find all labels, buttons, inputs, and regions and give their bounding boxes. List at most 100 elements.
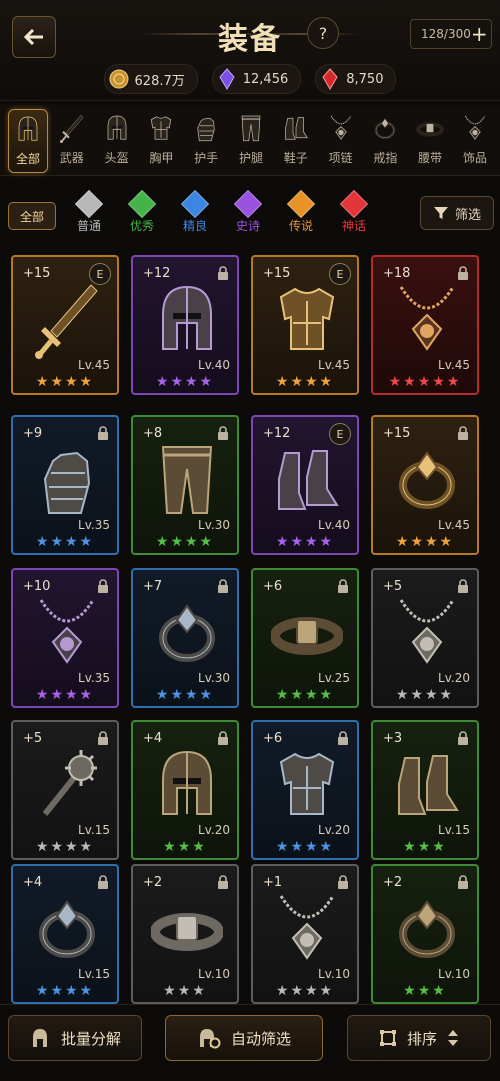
star-rating: ★★★★ [155, 374, 215, 390]
lock-icon[interactable] [217, 426, 229, 440]
item-level: Lv.20 [438, 671, 470, 685]
star-rating: ★★★★ [155, 534, 215, 550]
item-level: Lv.15 [78, 967, 110, 981]
helmet-icon [162, 750, 212, 815]
lock-icon[interactable] [457, 875, 469, 889]
lock-icon[interactable] [337, 579, 349, 593]
equipment-card[interactable]: +4 Lv.20 ★★★ [131, 720, 239, 860]
equipment-card[interactable]: +5 Lv.20 ★★★★ [371, 568, 479, 708]
item-level: Lv.25 [318, 671, 350, 685]
lock-icon[interactable] [457, 579, 469, 593]
lock-icon[interactable] [217, 731, 229, 745]
lock-icon[interactable] [337, 875, 349, 889]
lock-icon[interactable] [217, 875, 229, 889]
necklace-icon [330, 115, 351, 140]
rarity-filter-4[interactable]: 传说 [279, 189, 323, 234]
item-level: Lv.20 [198, 823, 230, 837]
currency-purple: 12,456 [211, 64, 302, 94]
inventory-capacity[interactable]: 128/300 + [410, 19, 492, 49]
item-level: Lv.15 [438, 823, 470, 837]
equipment-card[interactable]: +5 Lv.15 ★★★★ [11, 720, 119, 860]
purple-crystal-icon [219, 68, 235, 90]
equipment-card[interactable]: +2 Lv.10 ★★★ [371, 864, 479, 1004]
equipment-card[interactable]: +1 Lv.10 ★★★★ [251, 864, 359, 1004]
lock-icon[interactable] [457, 426, 469, 440]
equipment-card[interactable]: +10 Lv.35 ★★★★ [11, 568, 119, 708]
ring-icon [399, 451, 455, 509]
item-level: Lv.15 [78, 823, 110, 837]
lock-icon[interactable] [457, 266, 469, 280]
item-level: Lv.45 [438, 518, 470, 532]
lock-icon[interactable] [457, 731, 469, 745]
lock-icon[interactable] [337, 731, 349, 745]
tab-category-9[interactable]: 腰带 [411, 109, 449, 171]
red-crystal-icon [322, 68, 338, 90]
tab-category-label: 项链 [328, 151, 353, 165]
capacity-text: 128/300 [421, 27, 471, 41]
item-level: Lv.40 [198, 358, 230, 372]
equipment-card[interactable]: +15 E Lv.45 ★★★★ [251, 255, 359, 395]
tab-category-8[interactable]: 戒指 [366, 109, 404, 171]
lock-icon[interactable] [97, 731, 109, 745]
currency-gold: 628.7万 [103, 64, 198, 94]
auto-filter-label: 自动筛选 [230, 1029, 291, 1048]
lock-icon[interactable] [97, 426, 109, 440]
equipment-card[interactable]: +15 E Lv.45 ★★★★ [11, 255, 119, 395]
equipment-card[interactable]: +12 E Lv.40 ★★★★ [251, 415, 359, 555]
ring-icon [399, 900, 455, 958]
equipment-card[interactable]: +15 Lv.45 ★★★★ [371, 415, 479, 555]
expand-capacity-icon[interactable]: + [471, 22, 488, 46]
rarity-filter-3[interactable]: 史诗 [226, 189, 270, 234]
help-button[interactable]: ? [307, 17, 339, 49]
tab-category-0[interactable]: 全部 [8, 109, 48, 173]
necklace-icon [399, 599, 455, 664]
ring-icon [159, 604, 215, 662]
sort-frame-icon [379, 1030, 396, 1046]
item-level: Lv.40 [318, 518, 350, 532]
equipment-card[interactable]: +9 Lv.35 ★★★★ [11, 415, 119, 555]
tab-category-4[interactable]: 护手 [187, 109, 225, 171]
necklace-icon [399, 286, 455, 351]
auto-filter-button[interactable]: 自动筛选 [165, 1015, 323, 1061]
batch-decompose-button[interactable]: 批量分解 [8, 1015, 142, 1061]
tab-category-3[interactable]: 胸甲 [142, 109, 180, 171]
tab-category-2[interactable]: 头盔 [98, 109, 136, 171]
tab-category-5[interactable]: 护腿 [232, 109, 270, 171]
rarity-filter-0[interactable]: 普通 [67, 189, 111, 234]
rarity-gem-icon [339, 189, 369, 219]
rarity-filter-2[interactable]: 精良 [173, 189, 217, 234]
lock-icon[interactable] [217, 266, 229, 280]
equipment-card[interactable]: +2 Lv.10 ★★★ [131, 864, 239, 1004]
equipment-card[interactable]: +4 Lv.15 ★★★★ [11, 864, 119, 1004]
currency-red: 8,750 [315, 64, 397, 94]
rarity-all-button[interactable]: 全部 [8, 202, 56, 230]
filter-button[interactable]: 筛选 [420, 196, 494, 230]
lock-icon[interactable] [217, 579, 229, 593]
star-rating: ★★★ [403, 839, 447, 855]
lock-icon[interactable] [97, 875, 109, 889]
sort-button[interactable]: 排序 [347, 1015, 491, 1061]
equipment-card[interactable]: +18 Lv.45 ★★★★★ [371, 255, 479, 395]
tab-category-10[interactable]: 饰品 [456, 109, 494, 171]
tab-category-1[interactable]: 武器 [53, 109, 91, 171]
tab-category-7[interactable]: 项链 [322, 109, 360, 171]
equipment-card[interactable]: +3 Lv.15 ★★★ [371, 720, 479, 860]
rarity-filter-1[interactable]: 优秀 [120, 189, 164, 234]
equipment-card[interactable]: +6 Lv.25 ★★★★ [251, 568, 359, 708]
equipment-card[interactable]: +12 Lv.40 ★★★★ [131, 255, 239, 395]
helmet-gear-icon [199, 1029, 221, 1049]
equipment-card[interactable]: +7 Lv.30 ★★★★ [131, 568, 239, 708]
equipment-card[interactable]: +6 Lv.20 ★★★★ [251, 720, 359, 860]
purple-crystal-amount: 12,456 [242, 71, 289, 87]
currency-bar: 628.7万 12,456 8,750 [0, 64, 500, 94]
boot-icon [284, 117, 308, 140]
lock-icon[interactable] [97, 579, 109, 593]
equipment-card[interactable]: +8 Lv.30 ★★★★ [131, 415, 239, 555]
tab-category-6[interactable]: 鞋子 [277, 109, 315, 171]
tab-category-label: 护腿 [238, 151, 263, 165]
star-rating: ★★★★ [35, 839, 95, 855]
rarity-filter-5[interactable]: 神话 [332, 189, 376, 234]
star-rating: ★★★★ [275, 374, 335, 390]
rarity-gem-icon [180, 189, 210, 219]
helmet-icon [162, 285, 212, 350]
